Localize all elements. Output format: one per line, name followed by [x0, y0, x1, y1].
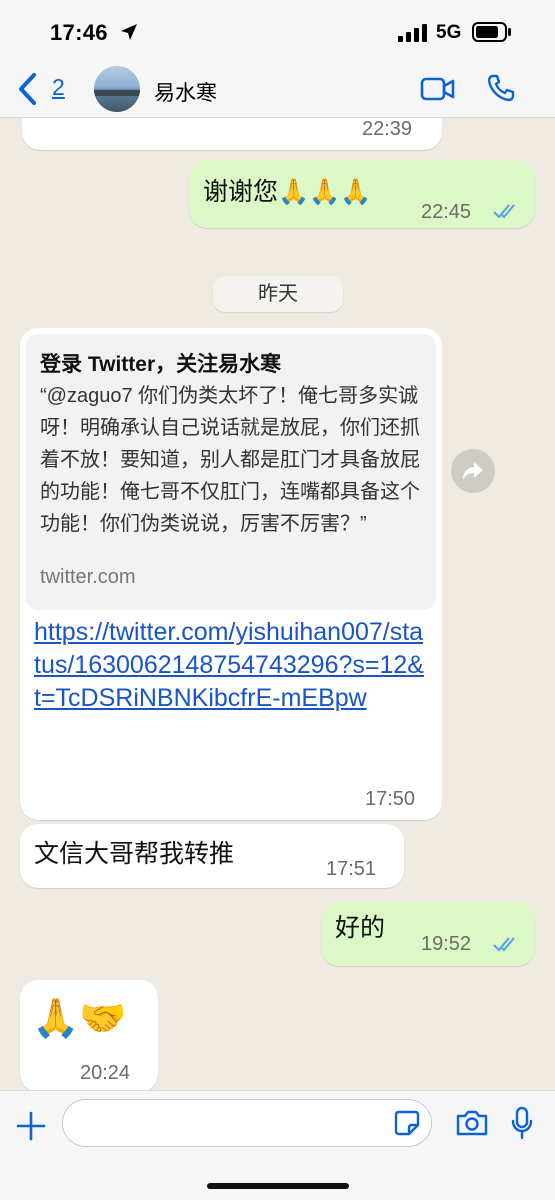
forward-button[interactable]: [451, 449, 495, 493]
battery-icon: [472, 22, 511, 42]
back-unread-count[interactable]: 2: [52, 74, 65, 101]
phone-call-icon[interactable]: [486, 73, 516, 103]
composer-bar: [0, 1090, 555, 1200]
read-ticks-icon: [493, 937, 515, 952]
message-link[interactable]: https://twitter.com/yishuihan007/status/…: [34, 616, 429, 715]
home-indicator: [207, 1183, 349, 1189]
message-time: 17:51: [326, 858, 377, 880]
message-bubble-outgoing[interactable]: 谢谢您🙏🙏🙏 22:45: [189, 160, 535, 228]
message-time: 22:39: [362, 118, 413, 140]
message-bubble-incoming[interactable]: 文信大哥帮我转推 17:51: [20, 824, 404, 888]
date-separator: 昨天: [213, 276, 343, 312]
link-preview-domain: twitter.com: [40, 566, 136, 588]
message-text: 谢谢您🙏🙏🙏: [203, 178, 372, 206]
link-preview-description: “@zaguo7 你们伪类太坏了！俺七哥多实诚呀！明确承认自己说话就是放屁，你们…: [40, 385, 420, 535]
signal-bars-icon: [398, 24, 427, 42]
message-time: 19:52: [421, 933, 472, 955]
message-input[interactable]: [81, 1100, 391, 1146]
video-call-icon[interactable]: [420, 76, 456, 102]
message-input-field[interactable]: [62, 1099, 432, 1147]
link-preview-title: 登录 Twitter，关注易水寒: [40, 353, 282, 376]
avatar[interactable]: [94, 66, 140, 112]
contact-name[interactable]: 易水寒: [154, 77, 217, 107]
microphone-icon[interactable]: [510, 1106, 534, 1140]
location-arrow-icon: [121, 24, 137, 40]
message-emoji: 🙏🤝: [32, 996, 127, 1040]
chat-header: 2 易水寒: [0, 60, 555, 118]
read-ticks-icon: [493, 204, 515, 219]
message-bubble-incoming[interactable]: 22:39: [22, 118, 442, 150]
link-preview-card[interactable]: 登录 Twitter，关注易水寒 “@zaguo7 你们伪类太坏了！俺七哥多实诚…: [26, 334, 436, 610]
message-bubble-incoming[interactable]: 🙏🤝 20:24: [20, 980, 158, 1090]
plus-icon[interactable]: [16, 1111, 46, 1141]
forward-arrow-icon: [463, 462, 483, 480]
message-list[interactable]: 22:39 谢谢您🙏🙏🙏 22:45 昨天 登录 Twitter，关注易水寒 “…: [0, 118, 555, 1090]
message-bubble-outgoing[interactable]: 好的 19:52: [321, 902, 535, 966]
message-time: 17:50: [365, 788, 416, 810]
message-time: 22:45: [421, 201, 472, 223]
message-time: 20:24: [80, 1062, 131, 1084]
network-type: 5G: [436, 22, 462, 43]
message-bubble-incoming[interactable]: 登录 Twitter，关注易水寒 “@zaguo7 你们伪类太坏了！俺七哥多实诚…: [20, 328, 442, 820]
sticker-icon[interactable]: [394, 1110, 420, 1136]
back-chevron-icon[interactable]: [16, 72, 38, 106]
camera-icon[interactable]: [455, 1109, 489, 1137]
status-bar: 17:46 5G: [0, 0, 555, 60]
status-time: 17:46: [50, 20, 108, 45]
message-text: 好的: [335, 914, 386, 942]
message-text: 文信大哥帮我转推: [34, 840, 235, 868]
